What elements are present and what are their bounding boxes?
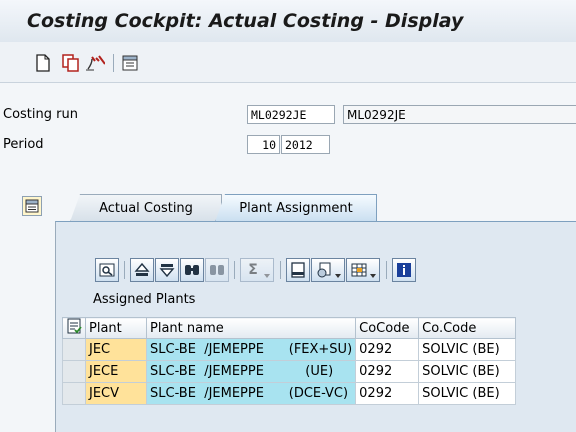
find-icon xyxy=(185,265,199,275)
title-bar: Costing Cockpit: Actual Costing - Displa… xyxy=(0,0,576,42)
column-header-company-name[interactable]: Co.Code xyxy=(418,317,517,339)
plant-name-cell[interactable]: SLC-BE /JEMEPPE (FEX+SU) xyxy=(145,338,357,361)
tab-list-icon xyxy=(25,199,39,213)
tab-list-button[interactable] xyxy=(22,196,42,216)
company-name-cell[interactable]: SOLVIC (BE) xyxy=(418,360,517,383)
sigma-icon: Σ xyxy=(248,262,258,278)
plant-cell[interactable]: JECV xyxy=(85,382,147,405)
layout-icon[interactable] xyxy=(120,53,140,73)
row-selector[interactable] xyxy=(62,360,86,383)
tab-plant-assignment-label: Plant Assignment xyxy=(239,201,353,216)
copy-icon[interactable] xyxy=(61,53,81,73)
find-button[interactable] xyxy=(180,258,204,282)
period-label: Period xyxy=(3,137,44,152)
total-button[interactable]: Σ xyxy=(240,258,274,282)
details-button[interactable] xyxy=(95,258,119,282)
find-next-button[interactable] xyxy=(205,258,229,282)
column-header-plant-name[interactable]: Plant name xyxy=(145,317,357,339)
sort-ascending-button[interactable] xyxy=(130,258,154,282)
toolbar-separator xyxy=(234,261,235,279)
tab-actual-costing[interactable]: Actual Costing xyxy=(70,194,222,222)
table-row[interactable]: JECE SLC-BE /JEMEPPE (UE) 0292 SOLVIC (B… xyxy=(62,360,517,383)
company-name-cell[interactable]: SOLVIC (BE) xyxy=(418,382,517,405)
table-row[interactable]: JEC SLC-BE /JEMEPPE (FEX+SU) 0292 SOLVIC… xyxy=(62,338,517,361)
row-selector[interactable] xyxy=(62,338,86,361)
print-preview-button[interactable] xyxy=(286,258,310,282)
export-button[interactable] xyxy=(311,258,345,282)
plant-cell[interactable]: JEC xyxy=(85,338,147,361)
plant-name-cell[interactable]: SLC-BE /JEMEPPE (DCE-VC) xyxy=(145,382,357,405)
year-field[interactable]: 2012 xyxy=(281,135,330,154)
select-all-icon xyxy=(67,318,82,334)
window-title: Costing Cockpit: Actual Costing - Displa… xyxy=(27,10,464,32)
export-icon xyxy=(317,262,331,278)
sort-descending-icon xyxy=(159,264,175,278)
row-selector[interactable] xyxy=(62,382,86,405)
toolbar-separator xyxy=(386,261,387,279)
costing-run-label: Costing run xyxy=(3,107,78,122)
sort-descending-button[interactable] xyxy=(155,258,179,282)
cocode-cell[interactable]: 0292 xyxy=(355,338,420,361)
plant-cell[interactable]: JECE xyxy=(85,360,147,383)
toolbar-separator xyxy=(280,261,281,279)
layout-button[interactable] xyxy=(346,258,380,282)
costing-run-field[interactable]: ML0292JE xyxy=(247,105,335,124)
cocode-cell[interactable]: 0292 xyxy=(355,382,420,405)
table-row[interactable]: JECV SLC-BE /JEMEPPE (DCE-VC) 0292 SOLVI… xyxy=(62,382,517,405)
print-preview-icon xyxy=(291,262,305,278)
cocode-cell[interactable]: 0292 xyxy=(355,360,420,383)
find-next-icon xyxy=(210,265,224,275)
toolbar-separator xyxy=(113,54,114,72)
costing-run-description: ML0292JE xyxy=(343,105,576,124)
column-header-plant[interactable]: Plant xyxy=(85,317,147,339)
information-icon xyxy=(397,263,411,277)
sort-ascending-icon xyxy=(134,262,150,276)
layout-grid-icon xyxy=(351,263,367,277)
details-icon xyxy=(99,263,115,277)
column-header-cocode[interactable]: CoCode xyxy=(355,317,420,339)
information-button[interactable] xyxy=(392,258,416,282)
select-all-button[interactable] xyxy=(62,317,86,339)
grid-title: Assigned Plants xyxy=(93,292,196,307)
period-field[interactable]: 10 xyxy=(247,135,280,154)
tab-actual-costing-label: Actual Costing xyxy=(99,201,193,216)
company-name-cell[interactable]: SOLVIC (BE) xyxy=(418,338,517,361)
change-icon[interactable] xyxy=(85,53,105,73)
tab-plant-assignment[interactable]: Plant Assignment xyxy=(215,194,377,222)
grid-header-row: Plant Plant name CoCode Co.Code xyxy=(62,317,517,339)
application-toolbar xyxy=(0,42,576,83)
assigned-plants-grid: Plant Plant name CoCode Co.Code JEC SLC-… xyxy=(62,317,517,405)
plant-name-cell[interactable]: SLC-BE /JEMEPPE (UE) xyxy=(145,360,357,383)
new-icon[interactable] xyxy=(33,53,53,73)
toolbar-separator xyxy=(124,261,125,279)
